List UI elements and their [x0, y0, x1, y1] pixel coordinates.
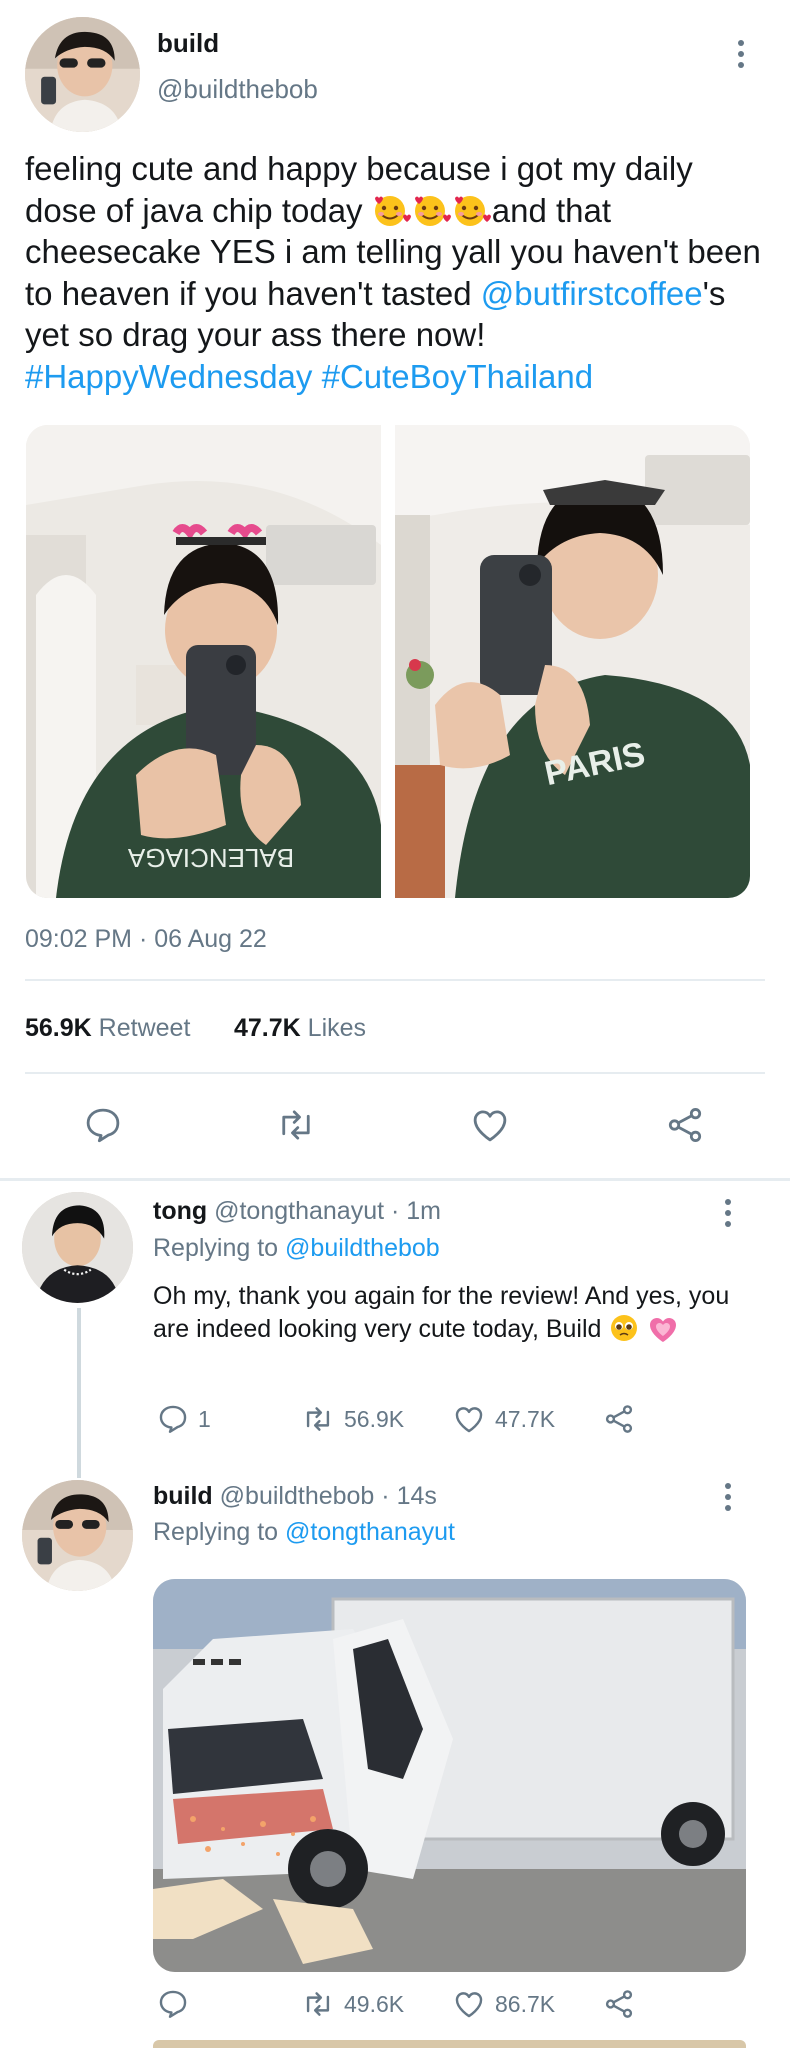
retweet-count: 56.9K	[344, 1405, 405, 1432]
share-icon	[668, 1108, 702, 1142]
replying-to: Replying to @tongthanayut	[153, 1518, 455, 1547]
like-button[interactable]: 47.7K	[451, 1402, 555, 1436]
likes-stat[interactable]: 47.7K Likes	[234, 1014, 366, 1043]
reply-icon	[86, 1108, 120, 1143]
retweet-count: 56.9K	[25, 1014, 92, 1042]
hashtag-link[interactable]: #HappyWednesday	[25, 358, 312, 395]
mention-link[interactable]: @butfirstcoffee	[481, 275, 703, 312]
like-count: 86.7K	[495, 1990, 556, 2017]
share-button[interactable]	[602, 1402, 636, 1436]
svg-text:BALENCIAGA: BALENCIAGA	[127, 843, 294, 873]
likes-count: 47.7K	[234, 1014, 301, 1042]
like-icon	[473, 1110, 507, 1142]
growing-heart-emoji	[647, 1315, 679, 1343]
replying-to-link[interactable]: @buildthebob	[285, 1234, 440, 1262]
share-icon	[605, 1990, 633, 2018]
likes-label: Likes	[307, 1014, 367, 1042]
replying-label: Replying to	[153, 1518, 279, 1546]
reply-author-handle[interactable]: @buildthebob	[220, 1482, 375, 1510]
replying-label: Replying to	[153, 1234, 279, 1262]
reply-text-body: Oh my, thank you again for the review! A…	[153, 1282, 730, 1343]
retweet-button[interactable]: 49.6K	[300, 1987, 404, 2021]
more-vertical-icon[interactable]	[721, 1483, 735, 1511]
tweet-text: feeling cute and happy because i got my …	[25, 148, 765, 397]
reply-time: · 1m	[391, 1197, 441, 1225]
next-photo-preview[interactable]	[153, 2040, 746, 2048]
more-vertical-icon[interactable]	[721, 1199, 735, 1227]
reply-button[interactable]	[82, 1104, 124, 1146]
thread-line	[77, 1308, 81, 1478]
reply-button[interactable]	[156, 1987, 190, 2021]
share-button[interactable]	[602, 1987, 636, 2021]
reply-header: tong @tongthanayut · 1m	[153, 1197, 441, 1226]
pleading-face-emoji	[608, 1315, 640, 1343]
section-separator	[0, 1178, 790, 1181]
reply-icon	[159, 1990, 187, 2018]
retweet-button[interactable]: 56.9K	[300, 1402, 404, 1436]
divider	[25, 979, 765, 981]
retweet-icon	[306, 1992, 330, 2016]
author-name[interactable]: build	[157, 28, 219, 59]
replying-to: Replying to @buildthebob	[153, 1234, 440, 1263]
share-button[interactable]	[664, 1104, 706, 1146]
smiling-face-with-hearts-emoji	[372, 192, 492, 229]
like-icon	[455, 1992, 483, 2018]
share-icon	[605, 1405, 633, 1433]
retweet-button[interactable]	[274, 1104, 318, 1146]
like-icon	[455, 1407, 483, 1433]
reply-author-name[interactable]: build	[153, 1482, 213, 1510]
reply-author-handle[interactable]: @tongthanayut	[214, 1197, 384, 1225]
like-button[interactable]	[469, 1104, 511, 1146]
reply-time: · 14s	[381, 1482, 437, 1510]
reply-author-avatar[interactable]	[22, 1480, 133, 1591]
retweet-icon	[282, 1110, 310, 1140]
author-handle[interactable]: @buildthebob	[157, 74, 318, 105]
reply-photo[interactable]	[153, 1579, 746, 1972]
tweet-timestamp: 09:02 PM · 06 Aug 22	[25, 925, 267, 953]
tweet-photo-1[interactable]: BALENCIAGA	[26, 425, 381, 898]
reply-header: build @buildthebob · 14s	[153, 1482, 437, 1511]
reply-button[interactable]: 1	[156, 1402, 211, 1436]
like-count: 47.7K	[495, 1405, 556, 1432]
reply-text: Oh my, thank you again for the review! A…	[153, 1280, 753, 1346]
replying-to-link[interactable]: @tongthanayut	[285, 1518, 455, 1546]
like-button[interactable]: 86.7K	[451, 1987, 555, 2021]
retweet-icon	[306, 1407, 330, 1431]
retweet-count: 49.6K	[344, 1990, 405, 2017]
retweet-stat[interactable]: 56.9K Retweet	[25, 1014, 190, 1043]
reply-author-name[interactable]: tong	[153, 1197, 207, 1225]
reply-icon	[159, 1405, 187, 1433]
hashtag-link[interactable]: #CuteBoyThailand	[322, 358, 594, 395]
divider	[25, 1072, 765, 1074]
tweet-photo-2[interactable]: PARIS	[395, 425, 750, 898]
reply-count: 1	[198, 1405, 211, 1432]
more-vertical-icon[interactable]	[734, 40, 748, 68]
author-avatar[interactable]	[25, 17, 140, 132]
reply-author-avatar[interactable]	[22, 1192, 133, 1303]
retweet-label: Retweet	[98, 1014, 191, 1042]
